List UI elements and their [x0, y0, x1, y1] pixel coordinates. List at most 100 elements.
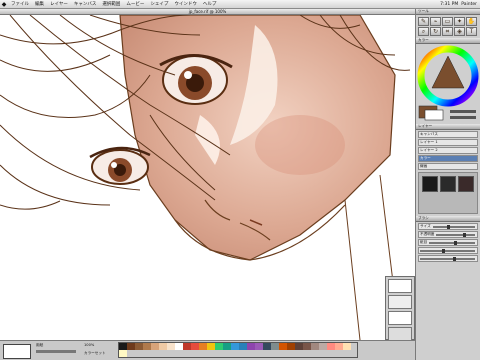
color-swatch[interactable]	[119, 350, 127, 357]
brush-opacity-slider[interactable]	[436, 232, 475, 237]
brush-extra-slider[interactable]	[420, 256, 475, 261]
layer-thumb[interactable]	[458, 176, 474, 192]
brush-settings-title[interactable]: ブラシ	[416, 216, 480, 222]
color-swatch[interactable]	[167, 343, 175, 350]
layer-name: カラー	[420, 156, 431, 160]
layers-list: キャンバス レイヤー 1 レイヤー 2 カラー 線画	[416, 131, 480, 170]
color-swatch[interactable]	[215, 343, 223, 350]
color-swatch[interactable]	[223, 343, 231, 350]
paper-preview[interactable]	[3, 344, 31, 359]
color-swatch[interactable]	[183, 343, 191, 350]
color-swatch[interactable]	[151, 343, 159, 350]
layer-name: レイヤー 1	[420, 140, 438, 144]
menu-canvas[interactable]: キャンバス	[71, 1, 100, 7]
text-tool-icon[interactable]: T	[466, 27, 477, 36]
brush-preview-panel	[385, 276, 415, 341]
layer-row[interactable]: キャンバス	[418, 131, 478, 138]
artwork-illustration	[0, 15, 411, 340]
color-swatch[interactable]	[239, 343, 247, 350]
brush-variant[interactable]	[388, 327, 412, 341]
brush-size-row[interactable]: サイズ	[418, 223, 478, 230]
layer-row[interactable]: 線画	[418, 163, 478, 170]
brush-extra-slider[interactable]	[420, 248, 475, 253]
apple-menu-icon[interactable]: ◆	[0, 1, 8, 8]
layer-row[interactable]: レイヤー 1	[418, 139, 478, 146]
color-swatch[interactable]	[311, 343, 319, 350]
app-menu[interactable]: Painter	[461, 2, 477, 7]
paper-label: 用紙	[36, 343, 44, 347]
layer-row[interactable]: レイヤー 2	[418, 147, 478, 154]
color-wheel-area	[416, 44, 480, 124]
brush-variant[interactable]	[388, 295, 412, 309]
brush-grain-label: 紙目	[420, 240, 428, 244]
layer-thumb[interactable]	[440, 176, 456, 192]
dropper-tool-icon[interactable]: ⌁	[430, 17, 441, 26]
menu-shape[interactable]: シェイプ	[147, 1, 171, 7]
brush-grain-row[interactable]: 紙目	[418, 239, 478, 246]
color-swatch[interactable]	[207, 343, 215, 350]
brush-grain-slider[interactable]	[429, 240, 475, 245]
crop-tool-icon[interactable]: ⌗	[442, 27, 453, 36]
color-swatch[interactable]	[327, 343, 335, 350]
palette-column: ツール ✎ ⌁ ▭ ✦ ✋ ⌕ ↻ ⌗ ◈ T カラー レイヤー キャンバス レ…	[415, 9, 480, 360]
menu-clock: 7:31 PM	[440, 1, 459, 7]
menu-window[interactable]: ウインドウ	[171, 1, 200, 7]
menu-layer[interactable]: レイヤー	[47, 1, 71, 7]
menu-select[interactable]: 選択範囲	[99, 1, 123, 7]
color-set-label[interactable]: カラーセット	[84, 351, 106, 356]
color-swatch[interactable]	[175, 343, 183, 350]
layer-thumb[interactable]	[422, 176, 438, 192]
hand-tool-icon[interactable]: ✋	[466, 17, 477, 26]
color-swatch[interactable]	[319, 343, 327, 350]
brush-size-label: サイズ	[420, 224, 431, 228]
brush-size-slider[interactable]	[432, 224, 475, 229]
color-swatch[interactable]	[247, 343, 255, 350]
color-swatch[interactable]	[295, 343, 303, 350]
layer-name: レイヤー 2	[420, 148, 438, 152]
color-swatch[interactable]	[199, 343, 207, 350]
color-swatch[interactable]	[343, 343, 351, 350]
color-swatch[interactable]	[119, 343, 127, 350]
document-title: jp_face.rif @ 100%	[188, 9, 227, 14]
magic-wand-icon[interactable]: ✦	[454, 17, 465, 26]
color-set-palette	[118, 342, 358, 358]
color-wheel[interactable]	[416, 44, 480, 124]
color-swatch[interactable]	[231, 343, 239, 350]
brush-preview[interactable]	[388, 279, 412, 293]
layer-name: 線画	[420, 164, 428, 168]
color-swatch[interactable]	[135, 343, 143, 350]
brush-variant[interactable]	[388, 311, 412, 325]
canvas[interactable]	[0, 15, 415, 340]
menu-movie[interactable]: ムービー	[123, 1, 147, 7]
select-tool-icon[interactable]: ▭	[442, 17, 453, 26]
color-swatch[interactable]	[127, 343, 135, 350]
menu-bar: ◆ ファイル 編集 レイヤー キャンバス 選択範囲 ムービー シェイプ ウインド…	[0, 0, 480, 9]
menu-help[interactable]: ヘルプ	[200, 1, 220, 7]
layer-name: キャンバス	[420, 132, 438, 136]
toolbox: ✎ ⌁ ▭ ✦ ✋ ⌕ ↻ ⌗ ◈ T	[416, 15, 480, 38]
zoom-label[interactable]: 100%	[84, 343, 94, 347]
paper-slider[interactable]	[36, 350, 76, 353]
menu-edit[interactable]: 編集	[32, 1, 47, 7]
layers-title[interactable]: レイヤー	[416, 124, 480, 130]
color-swatch[interactable]	[279, 343, 287, 350]
brush-opacity-row[interactable]: 不透明度	[418, 231, 478, 238]
color-swatch[interactable]	[303, 343, 311, 350]
rotate-tool-icon[interactable]: ↻	[430, 27, 441, 36]
menu-file[interactable]: ファイル	[8, 1, 32, 7]
zoom-tool-icon[interactable]: ⌕	[418, 27, 429, 36]
color-swatch[interactable]	[271, 343, 279, 350]
color-swatch[interactable]	[143, 343, 151, 350]
color-swatch[interactable]	[255, 343, 263, 350]
color-swatch[interactable]	[159, 343, 167, 350]
color-swatch[interactable]	[191, 343, 199, 350]
color-swatch[interactable]	[335, 343, 343, 350]
color-swatch[interactable]	[287, 343, 295, 350]
brush-extra-row[interactable]	[418, 247, 478, 254]
paint-bucket-icon[interactable]: ◈	[454, 27, 465, 36]
brush-extra-row[interactable]	[418, 255, 478, 262]
color-swatch[interactable]	[263, 343, 271, 350]
brush-tool-icon[interactable]: ✎	[418, 17, 429, 26]
layer-row[interactable]: カラー	[418, 155, 478, 162]
brush-opacity-label: 不透明度	[420, 232, 435, 236]
